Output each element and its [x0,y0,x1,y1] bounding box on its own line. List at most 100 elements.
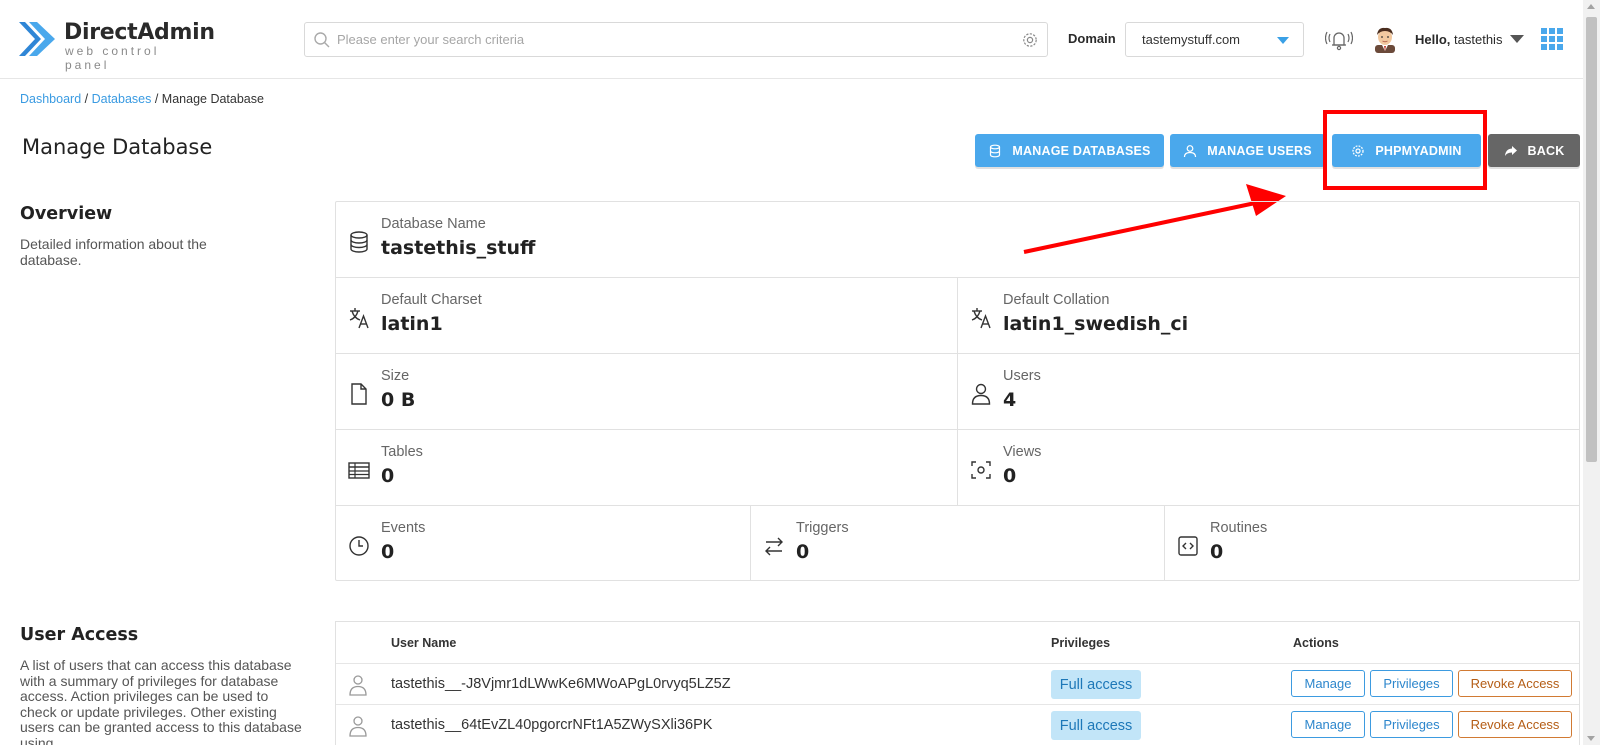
database-icon [990,144,1001,157]
apps-grid-icon[interactable] [1541,28,1563,50]
manage-databases-label: MANAGE DATABASES [1012,143,1151,158]
user-icon [349,716,367,737]
code-icon [1178,536,1198,556]
table-row: tastethis__-J8Vjmr1dLWwKe6MWoAPgL0rvyq5L… [336,663,1579,704]
triggers-label: Triggers [796,520,849,536]
table-icon [348,462,370,479]
domain-value: tastemystuff.com [1142,32,1241,47]
routines-cell: Routines 0 [1165,506,1579,580]
search-settings-icon[interactable] [1021,31,1039,49]
privilege-badge: Full access [1051,670,1141,699]
db-name-label: Database Name [381,216,486,232]
translate-icon [349,308,369,329]
views-label: Views [1003,444,1042,460]
user-avatar-icon[interactable] [1372,25,1398,53]
domain-label: Domain [1068,31,1116,46]
manage-user-button[interactable]: Manage [1291,670,1365,697]
manage-users-label: MANAGE USERS [1207,143,1312,158]
overview-card: Database Name tastethis_stuff Default Ch… [335,201,1580,581]
user-icon [349,675,367,696]
swap-arrows-icon [765,537,783,556]
size-value: 0 B [381,389,416,411]
page-scrollbar[interactable] [1583,0,1600,745]
charset-cell: Default Charset latin1 [336,278,958,354]
user-access-table: User Name Privileges Actions tastethis__… [335,621,1580,745]
table-row: tastethis__64tEvZL40pgorcrNFt1A5ZWySXli3… [336,704,1579,745]
breadcrumb: Dashboard / Databases / Manage Database [20,92,264,106]
clock-icon [349,536,369,556]
events-value: 0 [381,541,395,563]
breadcrumb-databases[interactable]: Databases [92,92,152,106]
chevron-down-icon [1277,37,1289,44]
tables-value: 0 [381,465,395,487]
col-user-name: User Name [391,636,457,650]
notification-bell-icon[interactable] [1325,26,1353,54]
breadcrumb-current: Manage Database [161,92,264,106]
top-header: DirectAdmin web control panel Domain tas… [0,0,1583,79]
user-icon [1184,144,1197,157]
user-name: tastethis__-J8Vjmr1dLWwKe6MWoAPgL0rvyq5L… [391,676,731,692]
search-box [304,22,1048,57]
charset-value: latin1 [381,313,443,335]
users-cell: Users 4 [958,354,1579,430]
user-access-description: A list of users that can access this dat… [20,658,302,745]
manage-databases-button[interactable]: MANAGE DATABASES [975,134,1164,167]
collation-label: Default Collation [1003,292,1110,308]
tables-cell: Tables 0 [336,430,958,506]
db-name-value: tastethis_stuff [381,237,536,259]
back-button[interactable]: BACK [1488,134,1580,167]
manage-users-button[interactable]: MANAGE USERS [1170,134,1325,167]
size-cell: Size 0 B [336,354,958,430]
privileges-button[interactable]: Privileges [1370,711,1453,738]
triggers-value: 0 [796,541,810,563]
collation-value: latin1_swedish_ci [1003,313,1189,335]
scrollbar-thumb[interactable] [1586,17,1597,462]
collation-cell: Default Collation latin1_swedish_ci [958,278,1579,354]
events-label: Events [381,520,426,536]
logo-title: DirectAdmin [64,20,215,45]
users-label: Users [1003,368,1041,384]
overview-description: Detailed information about the database. [20,236,207,268]
overview-title: Overview [20,204,113,224]
views-value: 0 [1003,465,1017,487]
manage-user-button[interactable]: Manage [1291,711,1365,738]
scroll-up-icon[interactable] [1587,4,1595,9]
search-input[interactable] [337,24,1017,55]
revoke-access-button[interactable]: Revoke Access [1458,670,1572,697]
users-value: 4 [1003,389,1017,411]
tables-label: Tables [381,444,423,460]
highlight-box [1323,110,1487,190]
routines-value: 0 [1210,541,1224,563]
logo-subtitle: web control panel [65,44,160,72]
revoke-access-button[interactable]: Revoke Access [1458,711,1572,738]
share-arrow-icon [1504,145,1517,156]
triggers-cell: Triggers 0 [751,506,1165,580]
user-access-title: User Access [20,625,139,645]
domain-select[interactable]: tastemystuff.com [1125,22,1304,57]
logo[interactable]: DirectAdmin web control panel [19,18,215,72]
greeting-prefix: Hello, [1415,32,1451,47]
charset-label: Default Charset [381,292,482,308]
user-menu-caret-icon[interactable] [1510,35,1524,43]
privilege-badge: Full access [1051,711,1141,740]
privileges-button[interactable]: Privileges [1370,670,1453,697]
translate-icon [971,308,991,329]
user-icon [971,383,991,405]
size-label: Size [381,368,410,384]
col-privileges: Privileges [1051,636,1111,650]
user-greeting[interactable]: Hello, tastethis [1415,32,1502,47]
views-focus-icon [971,461,991,479]
page-title: Manage Database [22,135,213,159]
breadcrumb-dashboard[interactable]: Dashboard [20,92,81,106]
scroll-down-icon[interactable] [1587,736,1595,741]
search-icon [314,32,330,48]
routines-label: Routines [1210,520,1268,536]
database-icon [350,231,368,253]
col-actions: Actions [1293,636,1339,650]
breadcrumb-separator: / [154,92,162,106]
file-icon [351,383,367,405]
back-label: BACK [1527,143,1565,158]
views-cell: Views 0 [958,430,1579,506]
user-name: tastethis__64tEvZL40pgorcrNFt1A5ZWySXli3… [391,717,713,733]
username: tastethis [1454,32,1503,47]
